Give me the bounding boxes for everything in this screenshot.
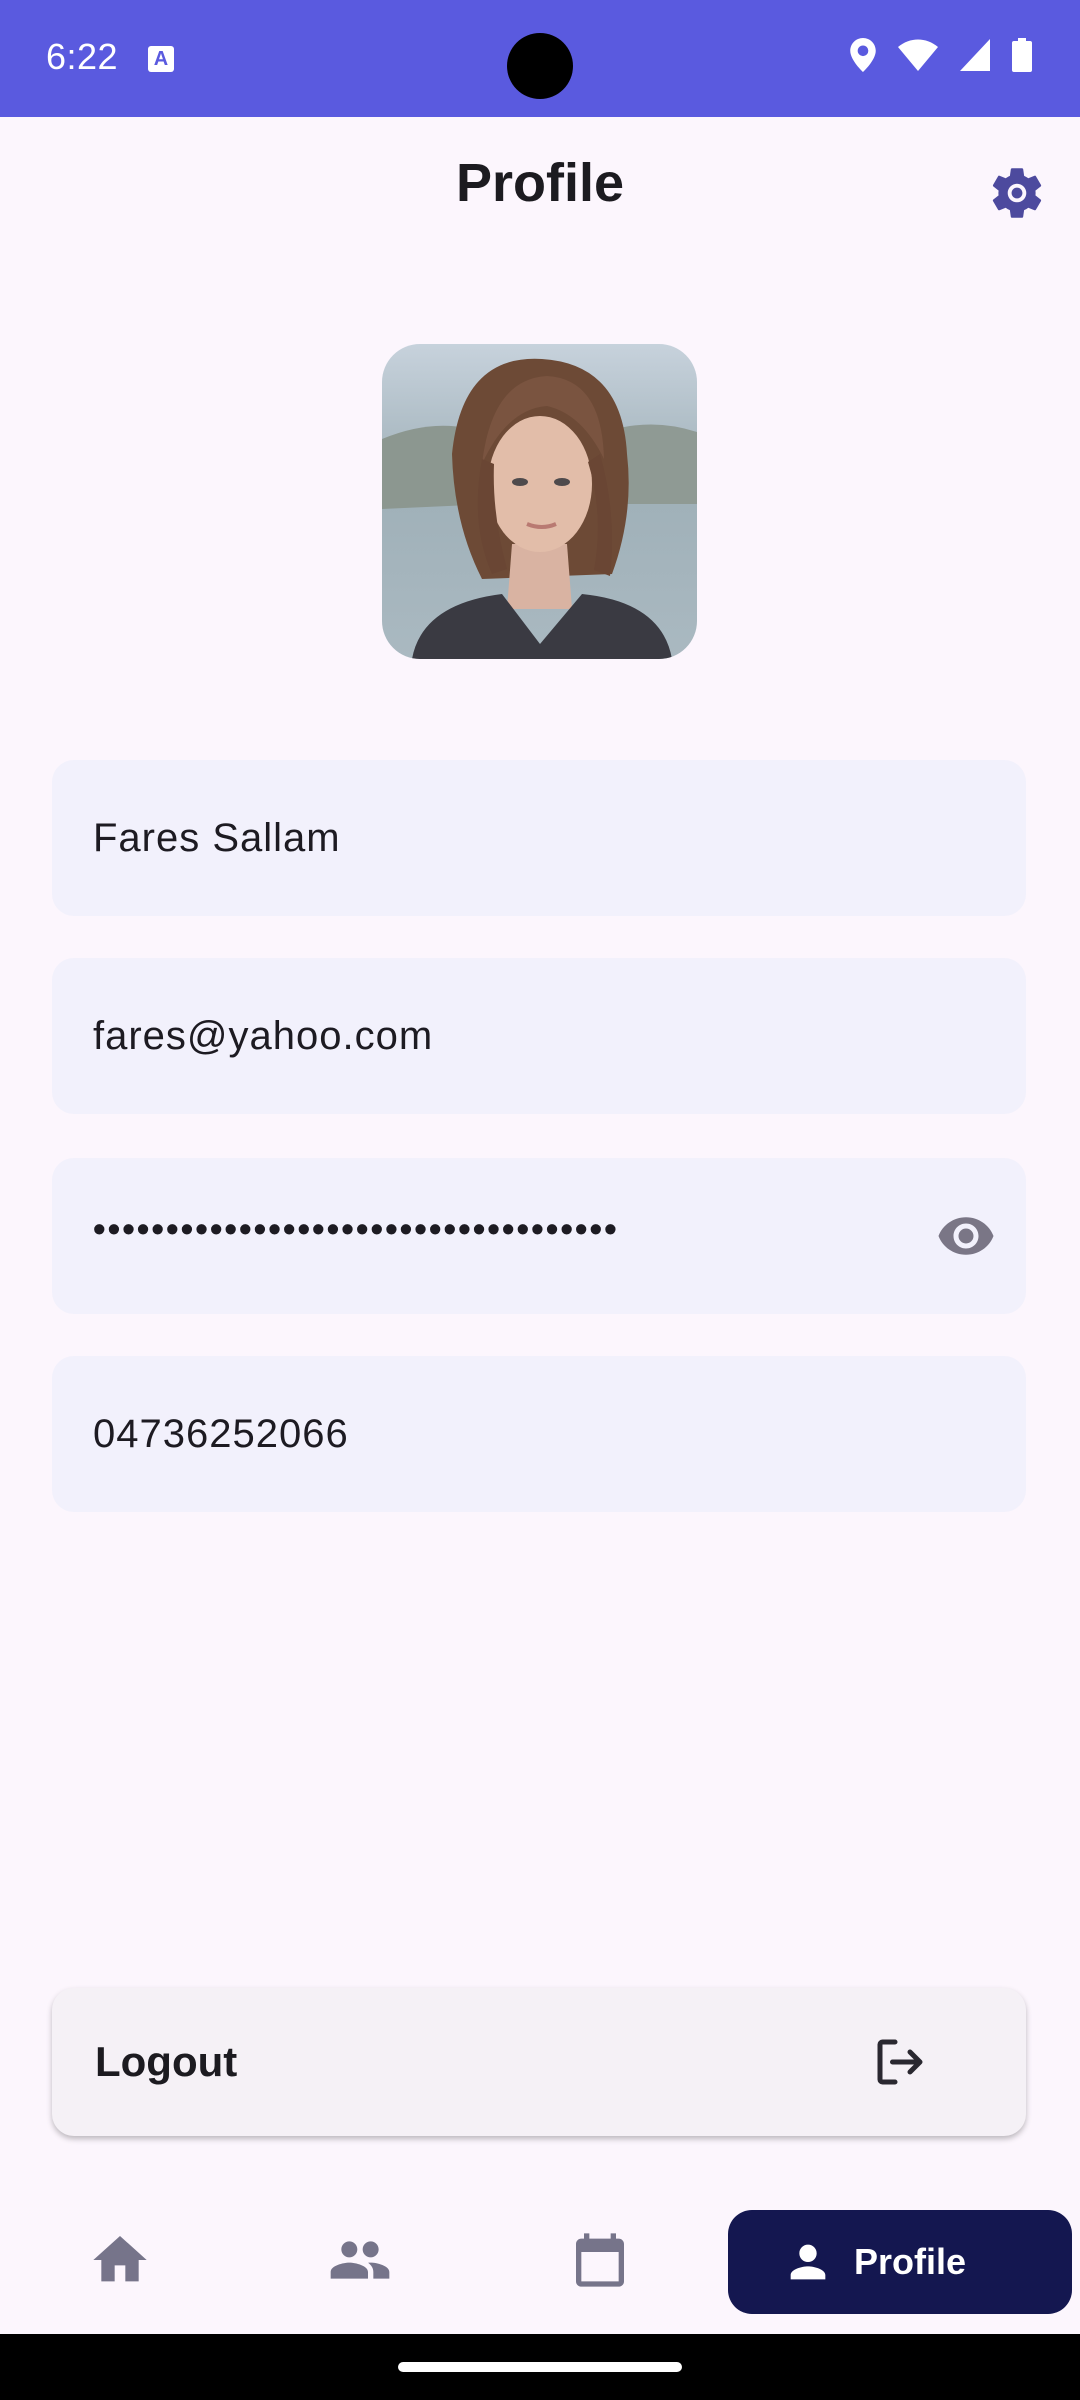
name-value: Fares Sallam — [93, 816, 341, 860]
email-field[interactable]: fares@yahoo.com — [52, 958, 1026, 1114]
logout-icon — [870, 2032, 930, 2092]
email-value: fares@yahoo.com — [93, 1014, 434, 1058]
person-icon — [782, 2236, 834, 2288]
nav-item-calendar[interactable] — [568, 2228, 632, 2292]
phone-value: 04736252066 — [93, 1412, 349, 1456]
bottom-navigation: Profile — [0, 2186, 1080, 2334]
profile-photo — [382, 344, 697, 659]
toggle-password-visibility-button[interactable] — [936, 1206, 996, 1266]
battery-icon — [1012, 38, 1032, 72]
gesture-area — [0, 2334, 1080, 2400]
eye-icon — [938, 1217, 994, 1255]
nav-item-profile[interactable]: Profile — [728, 2210, 1072, 2314]
home-icon — [93, 2236, 147, 2282]
password-field[interactable]: •••••••••••••••••••••••••••••••••••• — [52, 1158, 1026, 1314]
status-time: 6:22 — [46, 36, 119, 77]
location-icon — [850, 38, 876, 72]
status-icons — [850, 38, 1032, 72]
signal-icon — [960, 39, 990, 71]
camera-cutout — [507, 33, 573, 99]
nav-item-profile-label: Profile — [854, 2241, 967, 2282]
avatar[interactable] — [382, 344, 697, 659]
name-field[interactable]: Fares Sallam — [52, 760, 1026, 916]
nav-item-home[interactable] — [88, 2228, 152, 2292]
password-value: •••••••••••••••••••••••••••••••••••• — [93, 1208, 619, 1249]
status-bar: 6:22 A — [0, 0, 1080, 117]
phone-field[interactable]: 04736252066 — [52, 1356, 1026, 1512]
page-title: Profile — [455, 153, 625, 213]
home-gesture-bar[interactable] — [398, 2362, 682, 2372]
a-icon: A — [148, 46, 174, 72]
settings-button[interactable] — [986, 162, 1048, 224]
logout-label: Logout — [95, 2038, 238, 2085]
calendar-icon — [576, 2233, 624, 2287]
gear-icon — [992, 168, 1042, 218]
nav-item-groups[interactable] — [328, 2228, 392, 2292]
people-icon — [330, 2241, 390, 2279]
logout-button[interactable]: Logout — [52, 1988, 1026, 2136]
wifi-icon — [898, 39, 938, 71]
